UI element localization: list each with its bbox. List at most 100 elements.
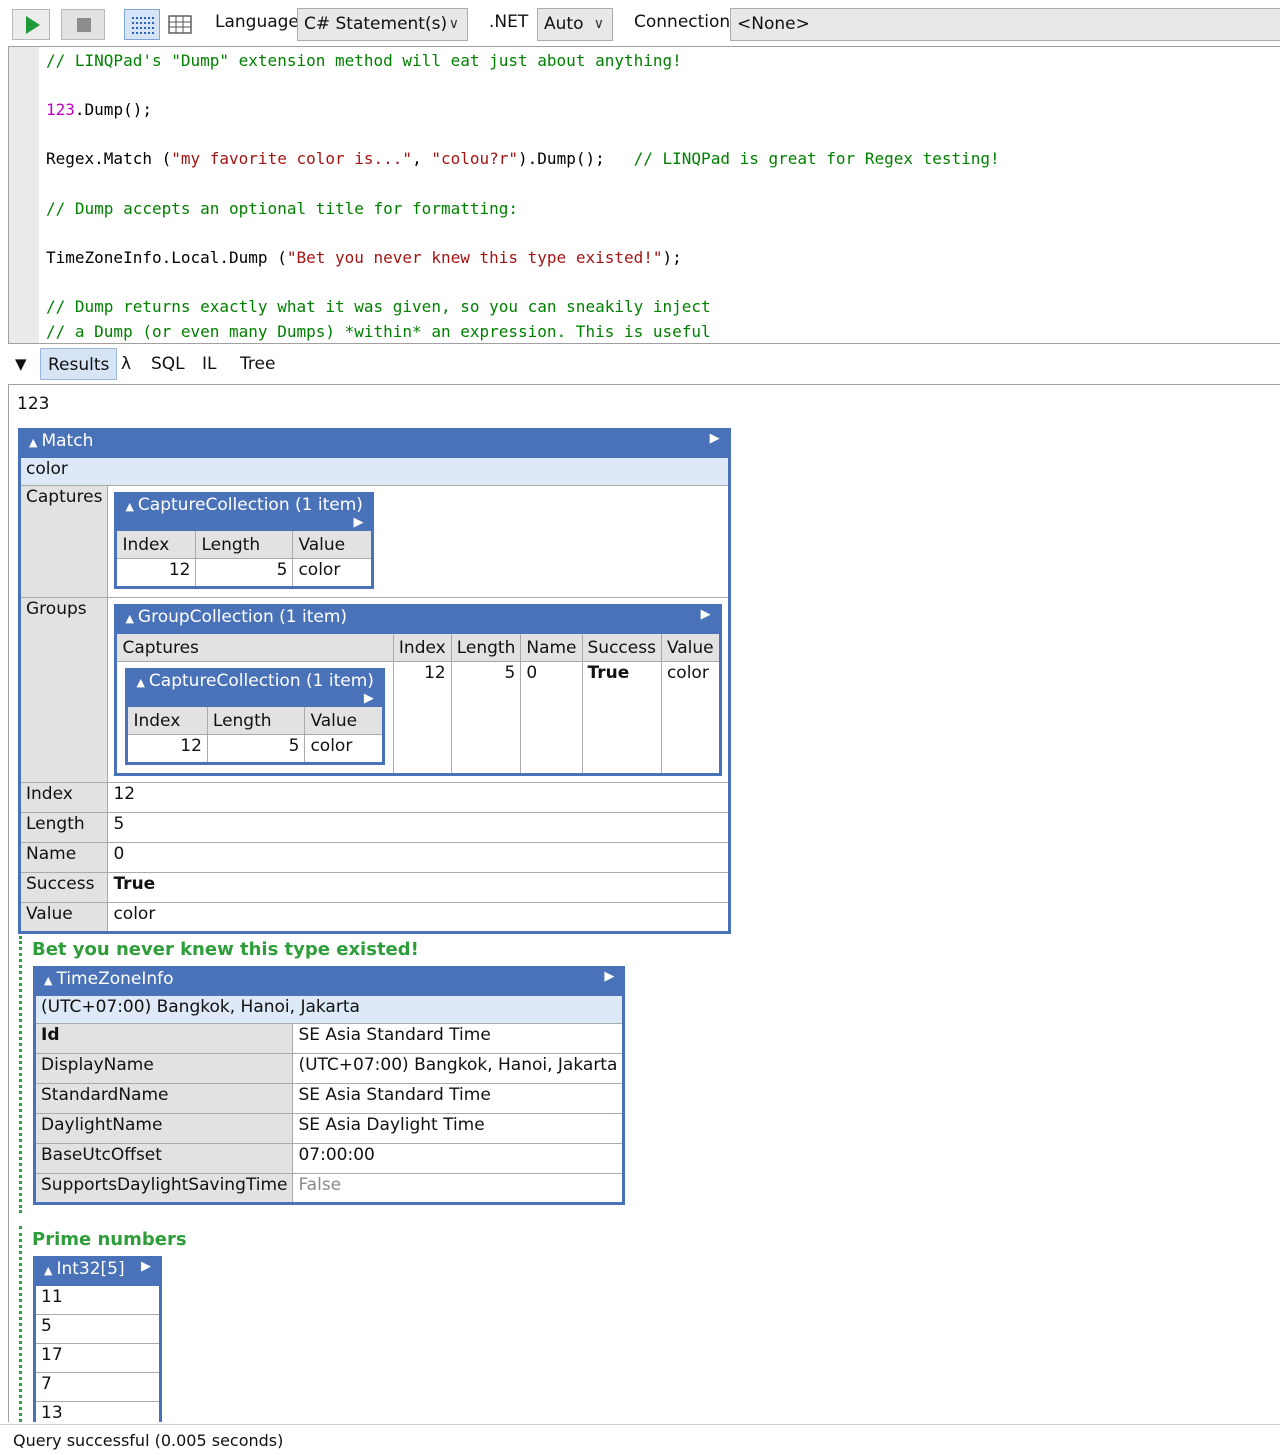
- tab-lambda[interactable]: λ: [114, 348, 138, 380]
- code-comment: // LINQPad is great for Regex testing!: [633, 149, 1000, 169]
- dotnet-label: .NET: [489, 12, 529, 32]
- expand-arrow-icon[interactable]: ▶: [698, 431, 720, 446]
- code-line-3: 123.Dump();: [46, 100, 152, 119]
- collapse-triangle-icon: ▲: [29, 436, 38, 449]
- property-value: (UTC+07:00) Bangkok, Hanoi, Jakarta: [292, 1053, 625, 1084]
- column-header: Captures: [115, 633, 394, 662]
- status-bar: Query successful (0.005 seconds): [0, 1424, 1280, 1455]
- rich-text-results-button[interactable]: [124, 9, 160, 40]
- group-collection-table: ▲ GroupCollection (1 item) ▶ Captures Ind…: [114, 604, 722, 776]
- connection-label: Connection: [634, 12, 731, 32]
- timezone-table: ▲ TimeZoneInfo ▶ (UTC+07:00) Bangkok, Han…: [33, 966, 626, 1205]
- dump-title: Bet you never knew this type existed!: [32, 939, 419, 960]
- column-header: Index: [126, 706, 208, 735]
- column-header: Value: [292, 530, 374, 559]
- property-key: Index: [18, 782, 109, 813]
- column-header: Length: [195, 530, 294, 559]
- stop-button[interactable]: [61, 9, 105, 40]
- table-cell: 5: [450, 661, 522, 775]
- chevron-down-icon: ∨: [593, 16, 604, 32]
- property-value: 0: [107, 842, 730, 873]
- run-button[interactable]: [12, 9, 50, 40]
- property-key: BaseUtcOffset: [33, 1143, 294, 1174]
- property-value: 12: [107, 782, 730, 813]
- property-value: False: [292, 1173, 625, 1204]
- tab-results[interactable]: Results: [40, 348, 118, 380]
- primes-header[interactable]: ▲ Int32[5] ▶: [34, 1257, 161, 1286]
- expand-arrow-icon[interactable]: ▶: [689, 607, 711, 622]
- group-collection-label: GroupCollection (1 item): [137, 607, 348, 627]
- column-header: Name: [520, 633, 583, 662]
- expand-arrow-icon[interactable]: ▶: [352, 691, 374, 706]
- table-cell: 12: [126, 734, 208, 764]
- capture-collection-header[interactable]: ▲ CaptureCollection (1 item) ▶: [126, 669, 384, 707]
- expand-arrow-icon[interactable]: ▶: [592, 969, 614, 984]
- nested-captures-cell: ▲ CaptureCollection (1 item) ▶ Index Leng…: [115, 661, 394, 775]
- match-summary: color: [19, 457, 730, 486]
- property-key: Length: [18, 812, 109, 843]
- column-header: Value: [304, 706, 384, 735]
- tab-il[interactable]: IL: [195, 348, 224, 380]
- property-value: 07:00:00: [292, 1143, 625, 1174]
- table-cell: color: [304, 734, 384, 764]
- property-value: color: [107, 902, 730, 933]
- code-text-segment: );: [662, 247, 682, 267]
- status-text: Query successful (0.005 seconds): [13, 1431, 284, 1450]
- timezone-header-label: TimeZoneInfo: [56, 969, 174, 989]
- code-editor[interactable]: // LINQPad's "Dump" extension method wil…: [8, 46, 1280, 344]
- results-pane[interactable]: 123 ▲ Match ▶ color Captures ▲ CaptureColl…: [8, 384, 1280, 1422]
- connection-select[interactable]: <None>: [730, 8, 1280, 41]
- grid-results-button[interactable]: [165, 9, 195, 40]
- collapse-triangle-icon: ▲: [44, 1264, 53, 1277]
- match-header[interactable]: ▲ Match ▶: [19, 429, 730, 458]
- code-line-1: // LINQPad's "Dump" extension method wil…: [46, 51, 682, 70]
- column-header: Success: [581, 633, 662, 662]
- timezone-summary: (UTC+07:00) Bangkok, Hanoi, Jakarta: [33, 995, 625, 1024]
- list-item: 5: [34, 1314, 161, 1344]
- property-value: SE Asia Daylight Time: [292, 1113, 625, 1144]
- string-literal: "Bet you never knew this type existed!": [286, 247, 663, 267]
- expand-arrow-icon[interactable]: ▶: [129, 1259, 151, 1274]
- play-icon: [26, 16, 40, 34]
- dump-value-123: 123: [17, 394, 50, 414]
- property-value: SE Asia Standard Time: [292, 1023, 625, 1054]
- column-header: Index: [392, 633, 452, 662]
- language-select[interactable]: C# Statement(s) ∨: [297, 8, 468, 41]
- dotnet-select[interactable]: Auto ∨: [537, 8, 613, 41]
- table-cell: 5: [195, 558, 294, 588]
- group-collection-header[interactable]: ▲ GroupCollection (1 item) ▶: [115, 605, 721, 634]
- code-line-11: // Dump returns exactly what it was give…: [46, 296, 711, 316]
- collapse-triangle-icon: ▲: [44, 974, 53, 987]
- capture-collection-header[interactable]: ▲ CaptureCollection (1 item) ▶: [115, 493, 374, 531]
- capture-collection-label: CaptureCollection (1 item): [148, 671, 374, 691]
- code-line-12: // a Dump (or even many Dumps) *within* …: [46, 321, 711, 341]
- code-line-5: Regex.Match ("my favorite color is...", …: [46, 149, 1000, 168]
- table-cell: color: [292, 558, 374, 588]
- expand-arrow-icon[interactable]: ▶: [341, 515, 363, 530]
- dump-title: Prime numbers: [32, 1229, 187, 1250]
- rich-text-icon: [132, 17, 154, 34]
- language-select-value: C# Statement(s): [304, 14, 448, 34]
- collapse-triangle-icon: ▲: [136, 676, 145, 689]
- timezone-header[interactable]: ▲ TimeZoneInfo ▶: [33, 967, 625, 996]
- results-tabbar: ▼ Results λ SQL IL Tree: [0, 346, 1280, 382]
- capture-collection-table: ▲ CaptureCollection (1 item) ▶ Index Leng…: [114, 492, 375, 589]
- tab-tree[interactable]: Tree: [233, 348, 282, 380]
- collapse-results-icon[interactable]: ▼: [8, 348, 34, 380]
- list-item: 11: [34, 1285, 161, 1315]
- property-key: DisplayName: [33, 1053, 294, 1084]
- code-text-segment: ).Dump();: [518, 149, 634, 169]
- property-key: SupportsDaylightSavingTime: [33, 1173, 294, 1204]
- code-text-segment: Regex.Match (: [46, 149, 172, 169]
- property-key: Name: [18, 842, 109, 873]
- table-cell: 12: [115, 558, 197, 588]
- editor-gutter: [9, 47, 39, 343]
- table-cell: color: [660, 661, 721, 775]
- chevron-down-icon: ∨: [448, 16, 459, 32]
- property-key: Value: [18, 902, 109, 933]
- toolbar: Language C# Statement(s) ∨ .NET Auto ∨ C…: [0, 0, 1280, 48]
- capture-collection-label: CaptureCollection (1 item): [137, 495, 363, 515]
- code-text[interactable]: // LINQPad's "Dump" extension method wil…: [46, 49, 1000, 343]
- tab-sql[interactable]: SQL: [144, 348, 192, 380]
- code-text-segment: ,: [412, 149, 432, 169]
